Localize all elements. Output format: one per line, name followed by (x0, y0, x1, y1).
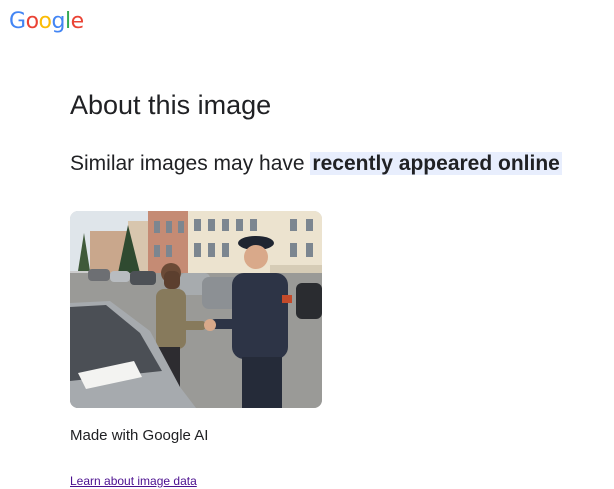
photo-illustration (70, 211, 322, 408)
page-subtitle: Similar images may have recently appeare… (70, 149, 562, 179)
logo-letter: g (51, 9, 66, 34)
about-image-photo[interactable] (70, 211, 322, 408)
learn-about-image-data-link[interactable]: Learn about image data (70, 474, 197, 489)
logo-letter: e (70, 9, 85, 34)
subtitle-highlight: recently appeared online (310, 152, 562, 175)
subtitle-prefix: Similar images may have (70, 152, 311, 175)
logo-letter: o (25, 9, 39, 34)
logo-letter: G (9, 9, 26, 34)
logo-letter: o (38, 9, 52, 34)
made-with-google-ai-caption: Made with Google AI (70, 427, 209, 444)
google-logo[interactable]: Google (9, 8, 84, 36)
page-title: About this image (70, 90, 272, 120)
